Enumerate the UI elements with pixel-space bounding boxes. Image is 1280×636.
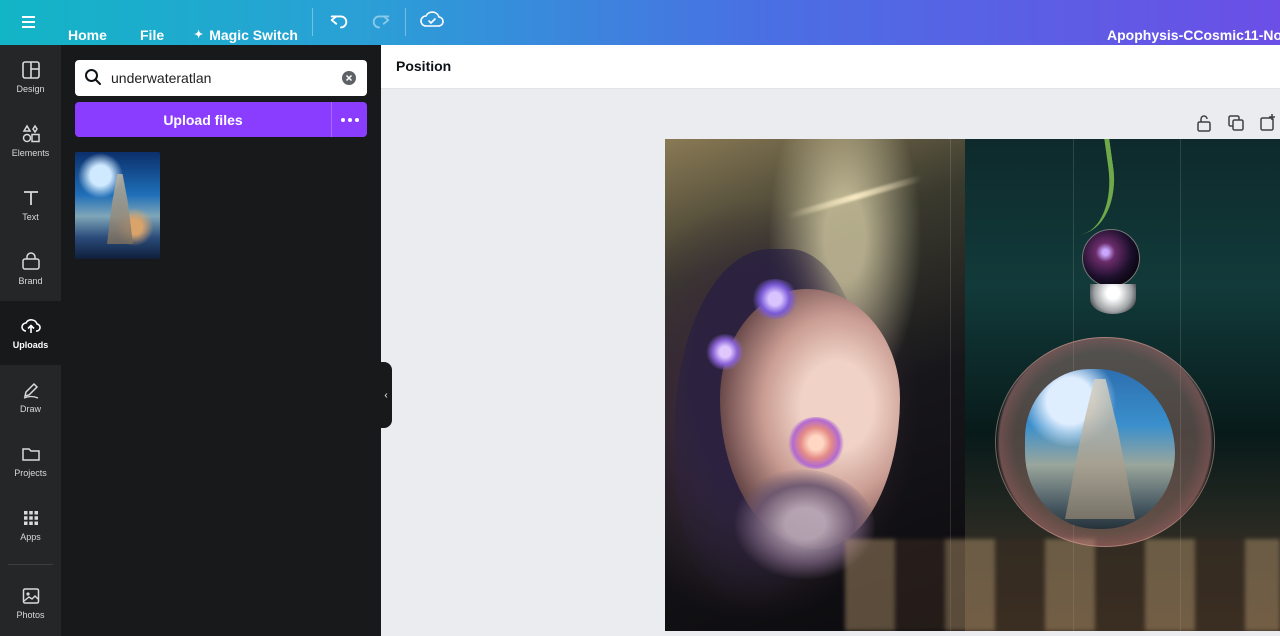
upload-files-button[interactable]: Upload files	[75, 102, 331, 137]
sparkle-icon: ✦	[194, 29, 204, 41]
glass-drop	[1090, 284, 1136, 314]
clear-search-icon[interactable]	[341, 70, 357, 86]
folder-icon	[21, 448, 40, 461]
shapes-icon	[22, 124, 40, 143]
chevron-left-icon: ‹	[384, 389, 388, 401]
position-button[interactable]: Position	[396, 58, 451, 74]
layout-icon	[21, 61, 40, 79]
rail-label: Elements	[11, 148, 50, 158]
duplicate-page-icon[interactable]	[1226, 113, 1246, 133]
brand-icon	[21, 252, 40, 270]
undo-icon[interactable]	[328, 10, 350, 32]
more-options-button[interactable]	[331, 102, 367, 137]
rail-item-text[interactable]: Text	[0, 173, 61, 237]
rail-item-elements[interactable]: Elements	[0, 109, 61, 173]
rail-label: Brand	[18, 276, 43, 286]
lock-icon[interactable]	[1194, 113, 1214, 133]
rail-label: Uploads	[12, 340, 49, 350]
toolbar-divider	[405, 8, 406, 36]
side-rail: Design Elements Text Brand Uploads Draw …	[0, 45, 61, 636]
text-icon	[23, 191, 38, 205]
rail-item-brand[interactable]: Brand	[0, 237, 61, 301]
rail-item-projects[interactable]: Projects	[0, 429, 61, 493]
rose-decoration	[787, 417, 845, 469]
rail-label: Draw	[19, 404, 41, 414]
uploads-panel: underwateratlan Upload files	[61, 45, 381, 636]
rail-item-uploads[interactable]: Uploads	[0, 301, 61, 365]
uploaded-image-thumbnail[interactable]	[75, 152, 160, 259]
rail-label: Photos	[16, 610, 45, 620]
rail-divider	[8, 564, 53, 565]
search-icon	[85, 69, 101, 85]
rail-item-draw[interactable]: Draw	[0, 365, 61, 429]
flower-decoration	[705, 334, 745, 370]
rail-item-design[interactable]: Design	[0, 45, 61, 109]
grid-icon	[23, 511, 38, 525]
search-input[interactable]: underwateratlan	[75, 60, 367, 96]
design-canvas[interactable]	[665, 139, 1280, 631]
magic-switch-label: Magic Switch	[209, 26, 298, 43]
rail-label: Projects	[14, 468, 47, 478]
search-value[interactable]: underwateratlan	[111, 70, 211, 86]
ornamental-bowls	[845, 539, 1280, 631]
cosmic-sphere	[1082, 229, 1140, 287]
toolbar-divider	[312, 8, 313, 36]
rail-label: Design	[16, 84, 45, 94]
top-bar: Home File ✦ Magic Switch Apophysis-CCosm…	[0, 0, 1280, 45]
rail-label: Apps	[20, 532, 41, 542]
collapse-panel-handle[interactable]: ‹	[380, 362, 392, 428]
rail-item-photos[interactable]: Photos	[0, 571, 61, 635]
pen-icon	[23, 382, 38, 399]
menu-icon[interactable]	[14, 11, 42, 33]
redo-icon[interactable]	[370, 10, 392, 32]
image-icon	[22, 588, 39, 604]
rail-label: Text	[22, 212, 39, 222]
add-page-icon[interactable]	[1258, 113, 1278, 133]
thumbnail-art	[107, 174, 133, 244]
flower-decoration	[750, 279, 800, 319]
cloud-saved-icon[interactable]	[420, 9, 444, 31]
cloud-upload-icon	[20, 319, 41, 333]
rail-item-apps[interactable]: Apps	[0, 493, 61, 557]
context-toolbar: Position	[381, 45, 1280, 89]
